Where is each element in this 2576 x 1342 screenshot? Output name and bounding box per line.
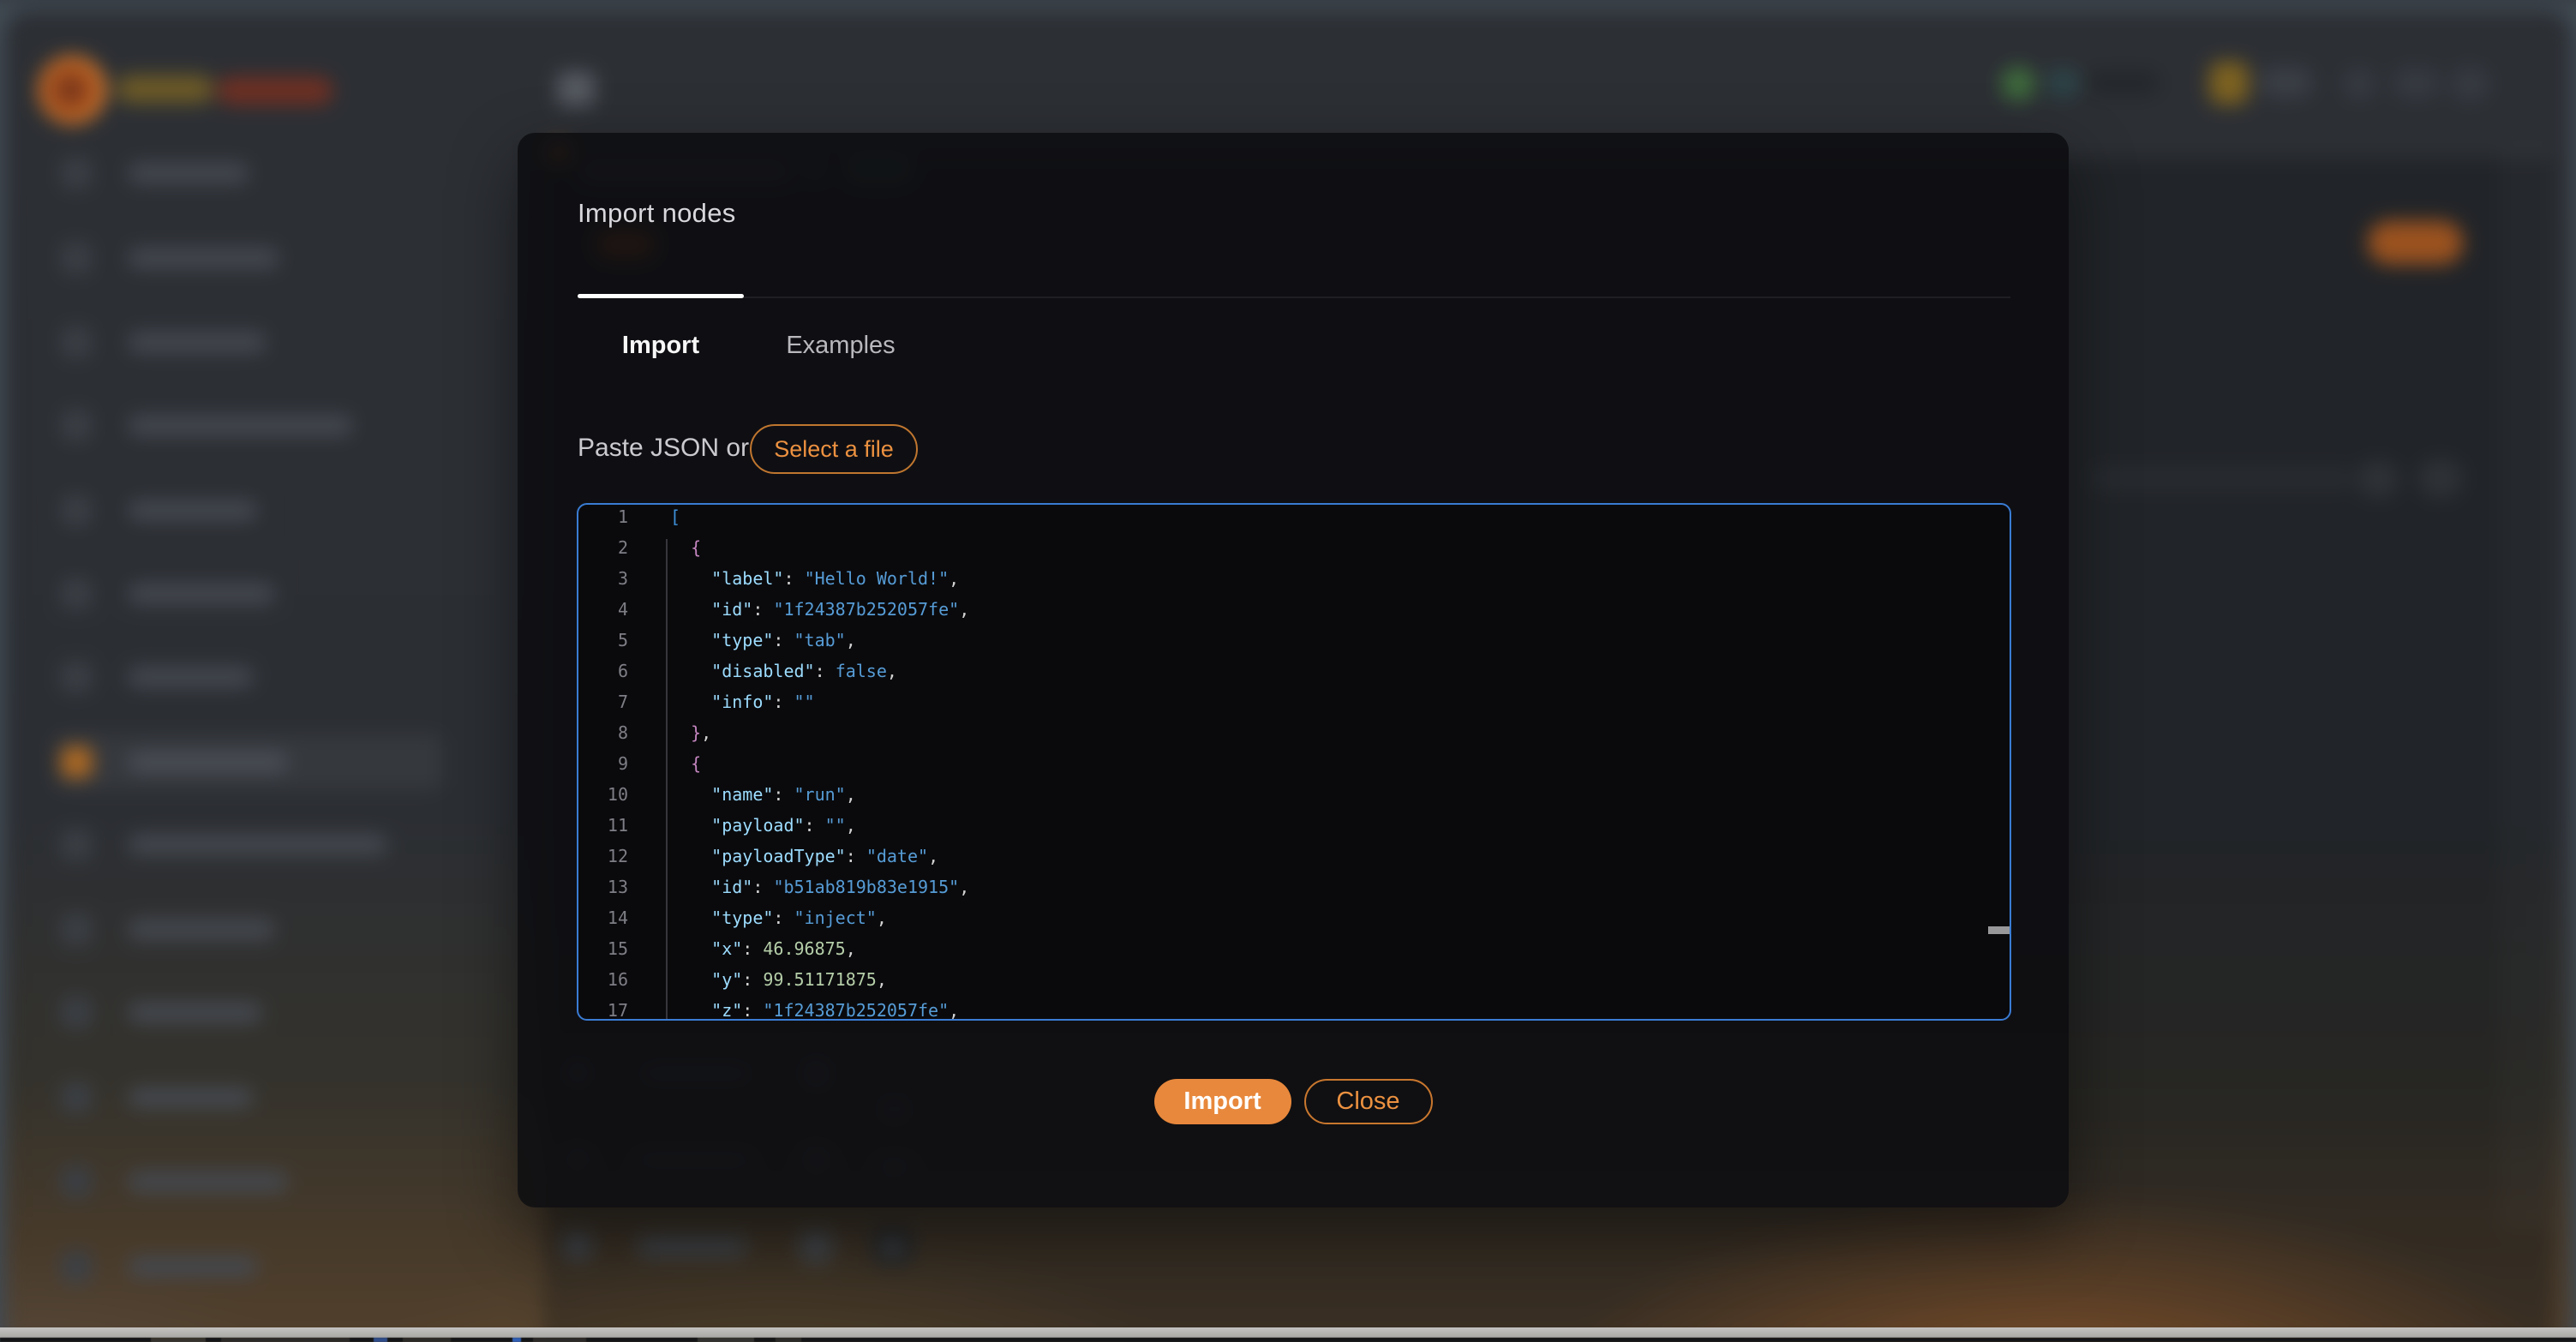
line-number: 3 [578,568,628,599]
close-button[interactable]: Close [1304,1079,1433,1124]
code-line[interactable]: }, [670,722,2010,753]
code-line[interactable]: "label": "Hello World!", [670,568,2010,599]
taskbar-fragment [374,1338,387,1342]
taskbar-fragment [221,1338,350,1342]
taskbar-light-band [0,1327,2576,1338]
code-line[interactable]: "type": "tab", [670,630,2010,661]
code-line[interactable]: "id": "b51ab819b83e1915", [670,877,2010,908]
taskbar-fragment [151,1338,206,1342]
editor-code[interactable]: [ { "label": "Hello World!", "id": "1f24… [670,506,2010,1021]
taskbar-sliver [0,1327,2576,1342]
taskbar-fragment [512,1338,521,1342]
line-number: 13 [578,877,628,908]
active-tab-indicator [578,294,744,298]
import-nodes-dialog: Import nodes Import Examples Paste JSON … [518,133,2069,1207]
line-number: 9 [578,753,628,784]
line-number: 6 [578,661,628,692]
line-number: 12 [578,846,628,877]
taskbar-fragment [776,1338,801,1342]
line-number: 2 [578,537,628,568]
json-code-editor[interactable]: 1234567891011121314151617 [ { "label": "… [577,503,2011,1021]
code-line[interactable]: "y": 99.51171875, [670,969,2010,1000]
editor-scrollbar-thumb[interactable] [1988,926,2011,934]
taskbar-dark-band [0,1338,2576,1342]
code-line[interactable]: "name": "run", [670,784,2010,815]
indent-guide [666,539,668,1019]
line-number: 10 [578,784,628,815]
code-line[interactable]: { [670,753,2010,784]
code-line[interactable]: "info": "" [670,692,2010,722]
paste-json-prompt: Paste JSON or [578,434,749,463]
line-number: 7 [578,692,628,722]
line-number: 5 [578,630,628,661]
dialog-footer: Import Close [518,1079,2069,1124]
taskbar-fragment [403,1338,451,1342]
line-number: 16 [578,969,628,1000]
code-line[interactable]: "payloadType": "date", [670,846,2010,877]
code-line[interactable]: "payload": "", [670,815,2010,846]
code-line[interactable]: "x": 46.96875, [670,938,2010,969]
editor-gutter: 1234567891011121314151617 [578,506,628,1021]
select-file-button[interactable]: Select a file [750,424,918,474]
code-line[interactable]: "id": "1f24387b252057fe", [670,599,2010,630]
tab-import[interactable]: Import [578,332,744,360]
code-line[interactable]: [ [670,506,2010,537]
taskbar-fragment [698,1338,754,1342]
line-number: 4 [578,599,628,630]
line-number: 1 [578,506,628,537]
line-number: 11 [578,815,628,846]
code-line[interactable]: "type": "inject", [670,908,2010,938]
code-line[interactable]: { [670,537,2010,568]
tab-examples[interactable]: Examples [744,332,938,360]
line-number: 15 [578,938,628,969]
code-line[interactable]: "disabled": false, [670,661,2010,692]
line-number: 14 [578,908,628,938]
taskbar-fragment [533,1338,586,1342]
dialog-title: Import nodes [578,198,736,229]
import-button[interactable]: Import [1154,1079,1291,1124]
line-number: 17 [578,1000,628,1021]
line-number: 8 [578,722,628,753]
tab-bar: Import Examples [578,332,938,360]
code-line[interactable]: "z": "1f24387b252057fe", [670,1000,2010,1021]
screen: Import nodes Import Examples Paste JSON … [0,0,2576,1342]
tabs-divider [578,297,2010,298]
